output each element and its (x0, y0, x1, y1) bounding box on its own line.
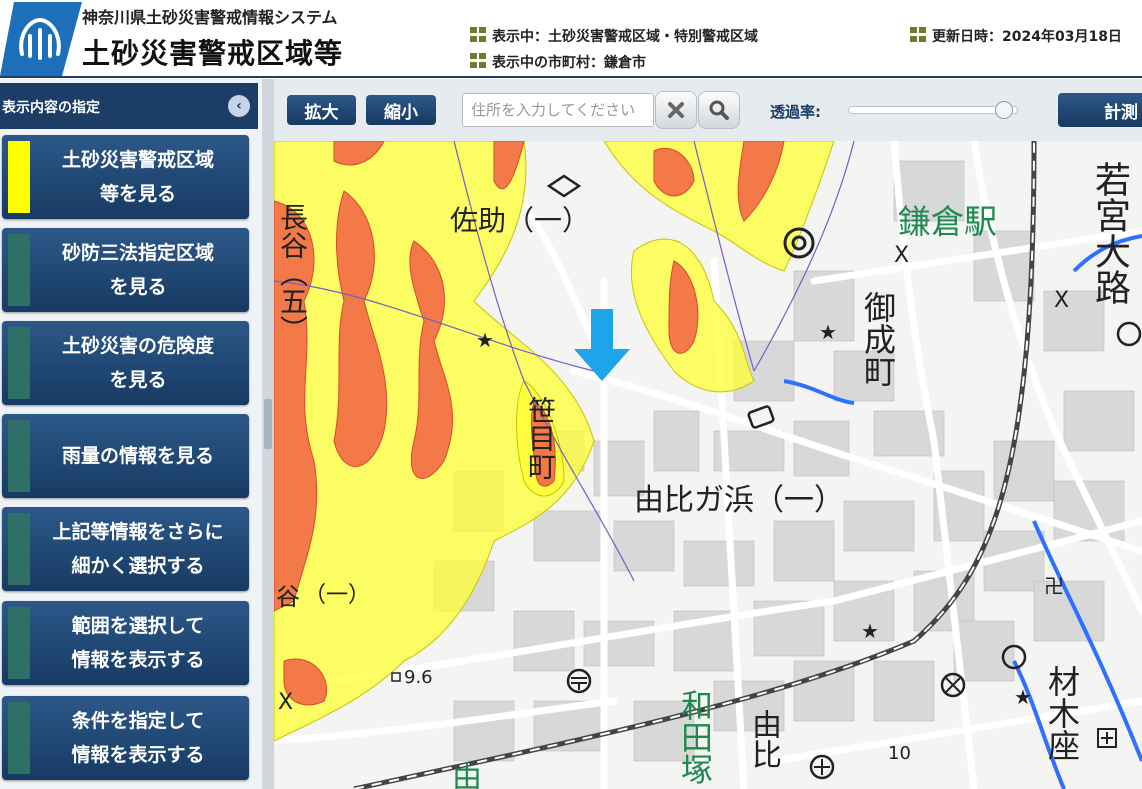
zoom-out-button[interactable]: 縮小 (366, 95, 436, 125)
menu-marker (8, 420, 30, 492)
city-status-text: 表示中の市町村：鎌倉市 (492, 55, 646, 71)
school-icon: ★ (1014, 685, 1032, 709)
bullet-icon (910, 27, 928, 43)
sidebar-title: 表示内容の指定 (2, 100, 100, 116)
map-toolbar: 拡大 縮小 透過率: 計測 (274, 79, 1142, 141)
header-divider (0, 76, 1142, 78)
opacity-label: 透過率: (770, 103, 821, 121)
zoom-in-button[interactable]: 拡大 (287, 95, 356, 125)
menu-sabo-areas[interactable]: 砂防三法指定区域 を見る (2, 228, 249, 312)
map-label-zaimokuza: 材木座 (1043, 665, 1081, 761)
map-label-kamakura-station: 鎌倉駅 (898, 202, 997, 241)
map-label-onari-machi: 御成町 (859, 291, 897, 387)
city-status: 表示中の市町村：鎌倉市 (470, 52, 646, 72)
map-label-wakamiya-oji: 若宮大路 (1089, 161, 1130, 305)
menu-detailed-selection[interactable]: 上記等情報をさらに 細かく選択する (2, 507, 249, 591)
map-label-one: （一） (304, 583, 371, 608)
kanagawa-logo (0, 2, 82, 76)
school-icon: ★ (476, 328, 494, 352)
menu-marker (8, 513, 30, 585)
splitter-grip[interactable] (264, 399, 272, 449)
map-label-wadazuka: 和田塚 (676, 689, 714, 785)
menu-label: 土砂災害警戒区域 等を見る (61, 149, 214, 205)
menu-label: 範囲を選択して 情報を表示する (71, 615, 205, 671)
menu-marker (8, 607, 30, 679)
measure-button[interactable]: 計測 (1058, 93, 1142, 127)
search-button[interactable] (698, 91, 740, 129)
map-label-sasamecho: 笹目町 (524, 396, 557, 480)
menu-rainfall[interactable]: 雨量の情報を見る (2, 414, 249, 498)
temple-icon: 卍 (1044, 574, 1064, 598)
map-label-hase: 長谷（五） (276, 203, 309, 343)
search-icon (709, 100, 729, 120)
menu-label: 土砂災害の危険度 を見る (61, 335, 214, 391)
sidebar-splitter[interactable] (262, 79, 274, 789)
opacity-slider[interactable] (848, 101, 1018, 119)
map-label-yuigahama: 由比ガ浜（一） (634, 483, 844, 518)
system-name: 神奈川県土砂災害警戒情報システム (82, 8, 338, 27)
bullet-icon (470, 27, 488, 43)
menu-marker (8, 702, 30, 774)
map-elevation-10: 10 (888, 743, 911, 764)
clear-search-button[interactable] (655, 91, 697, 129)
page-title: 土砂災害警戒区域等 (82, 37, 344, 70)
map-label-yui-partial: 由 (452, 761, 482, 789)
menu-marker (8, 327, 30, 399)
map-elevation-9-6: 9.6 (404, 667, 433, 688)
update-timestamp: 更新日時：2024年03月18日 (910, 26, 1122, 46)
menu-warning-zones[interactable]: 土砂災害警戒区域 等を見る (2, 135, 249, 219)
opacity-slider-track (848, 106, 1018, 114)
collapse-sidebar-button[interactable]: ‹ (228, 95, 250, 117)
menu-area-select[interactable]: 範囲を選択して 情報を表示する (2, 601, 249, 685)
sidebar: 表示内容の指定 ‹ 土砂災害警戒区域 等を見る 砂防三法指定区域 を見る 土砂災… (0, 79, 262, 789)
map-label-hase-partial: 谷 (276, 583, 300, 611)
menu-marker (8, 234, 30, 306)
opacity-slider-thumb[interactable] (995, 101, 1014, 119)
display-status: 表示中：土砂災害警戒区域・特別警戒区域 (470, 26, 758, 46)
school-icon: ★ (819, 320, 837, 344)
clear-icon (668, 102, 684, 118)
map-label-yui: 由比 (746, 709, 781, 769)
menu-label: 雨量の情報を見る (61, 445, 214, 467)
police-box-icon: X (1054, 288, 1069, 313)
map-view[interactable]: ★ ★ ★ ★ 卍 X X X 鎌倉駅 若宮大路 御成町 由比ガ浜（一） 佐助（… (274, 141, 1142, 789)
menu-condition-select[interactable]: 条件を指定して 情報を表示する (2, 696, 249, 780)
bullet-icon (470, 53, 488, 69)
menu-danger-level[interactable]: 土砂災害の危険度 を見る (2, 321, 249, 405)
school-icon: ★ (861, 619, 879, 643)
police-box-icon: X (894, 243, 909, 268)
update-timestamp-text: 更新日時：2024年03月18日 (932, 29, 1122, 45)
menu-label: 条件を指定して 情報を表示する (71, 710, 205, 766)
menu-label: 上記等情報をさらに 細かく選択する (52, 521, 224, 577)
header: 神奈川県土砂災害警戒情報システム 土砂災害警戒区域等 表示中：土砂災害警戒区域・… (0, 0, 1142, 78)
menu-marker (8, 141, 30, 213)
display-status-text: 表示中：土砂災害警戒区域・特別警戒区域 (492, 29, 758, 45)
sidebar-header: 表示内容の指定 ‹ (0, 83, 258, 129)
menu-label: 砂防三法指定区域 を見る (61, 242, 214, 298)
police-box-icon: X (278, 690, 293, 715)
map-label-sasuke: 佐助（一） (450, 204, 591, 237)
chevron-left-icon: ‹ (236, 98, 242, 114)
address-search-input[interactable] (462, 93, 654, 127)
